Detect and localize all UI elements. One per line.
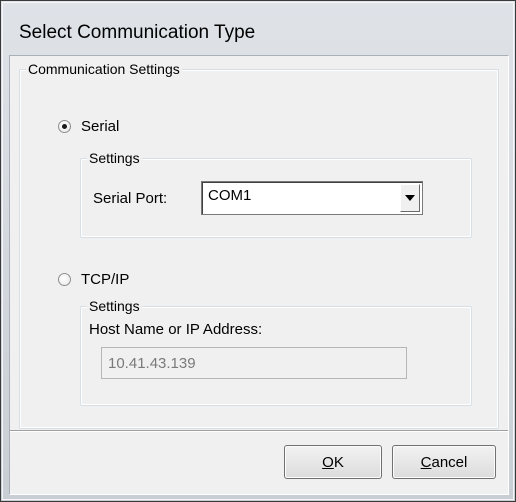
- button-area-separator: [10, 430, 508, 432]
- cancel-button-label: ancel: [431, 453, 468, 471]
- serial-radio-label: Serial: [81, 118, 120, 135]
- serial-radio[interactable]: Serial: [58, 118, 119, 135]
- cancel-button[interactable]: Cancel: [392, 445, 496, 479]
- dialog-window: Select Communication Type Communication …: [0, 0, 516, 502]
- tcpip-settings-label: Settings: [87, 298, 142, 314]
- tcpip-radio-label: TCP/IP: [81, 271, 130, 288]
- ok-button[interactable]: OK: [284, 445, 382, 479]
- window-title: Select Communication Type: [19, 22, 256, 43]
- communication-settings-label: Communication Settings: [26, 61, 182, 77]
- serial-settings-group: Settings Serial Port: COM1: [80, 150, 472, 238]
- tcpip-settings-group: Settings Host Name or IP Address:: [80, 298, 472, 406]
- title-bar[interactable]: Select Communication Type: [3, 3, 513, 55]
- serial-port-label: Serial Port:: [93, 190, 168, 207]
- serial-port-dropdown-button[interactable]: [400, 184, 420, 212]
- host-address-field[interactable]: [101, 347, 407, 379]
- communication-settings-group: Communication Settings Serial Settings S…: [19, 61, 499, 429]
- dialog-client-area: Communication Settings Serial Settings S…: [9, 55, 509, 495]
- serial-settings-label: Settings: [87, 150, 142, 166]
- ok-button-label: K: [333, 453, 344, 471]
- serial-port-combobox[interactable]: COM1: [201, 181, 423, 215]
- serial-port-value: COM1: [208, 187, 252, 204]
- host-address-input[interactable]: [102, 348, 406, 378]
- cancel-button-mnemonic: C: [420, 453, 432, 471]
- chevron-down-icon: [405, 195, 415, 201]
- radio-unchecked-icon[interactable]: [58, 273, 71, 286]
- host-name-label: Host Name or IP Address:: [89, 321, 263, 338]
- tcpip-radio[interactable]: TCP/IP: [58, 271, 129, 288]
- ok-button-mnemonic: O: [322, 453, 334, 471]
- radio-checked-icon[interactable]: [58, 120, 71, 133]
